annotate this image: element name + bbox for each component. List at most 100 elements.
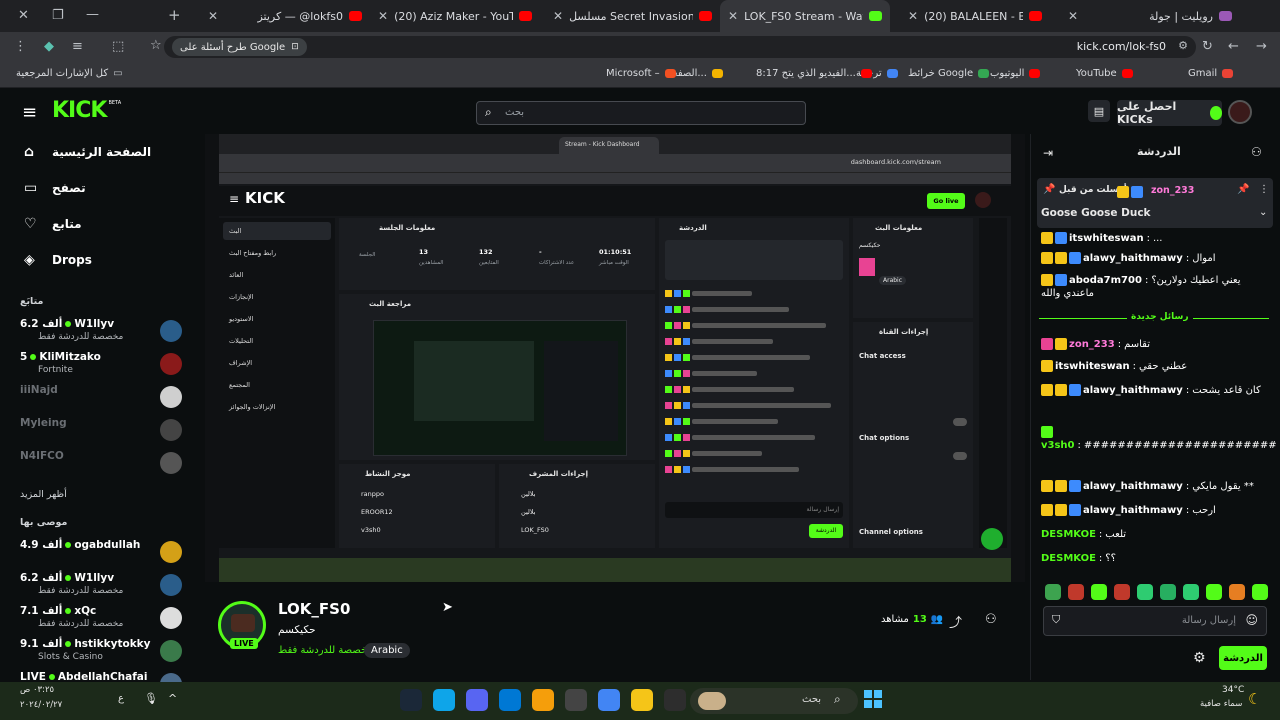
stream-tag[interactable]: Arabic [364, 643, 410, 658]
google-lens-pill[interactable]: طرح أسئلة على Google ⊡ [172, 38, 307, 56]
edge-icon[interactable] [499, 689, 521, 711]
clock-date[interactable]: ٢٠٢٤/٠٢/٢٧ [20, 700, 62, 710]
bookmark-item[interactable]: Gmail [1188, 68, 1234, 79]
pinned-message[interactable]: 📌 أرسلت من قبل zon_233 📌 ⋮ Goose Goose D… [1037, 178, 1273, 228]
sidebar-nav-item[interactable]: ⌂ الصفحة الرئيسية [24, 144, 151, 160]
app-icon[interactable] [565, 689, 587, 711]
browser-tab[interactable]: (20) BALALEEN - BLVXB بلالين ✕ [900, 0, 1050, 32]
emote-icon[interactable] [1183, 584, 1199, 600]
sidebar-channel[interactable]: 6.2 ألف W1llyv مخصصة للدردشة فقط [20, 318, 188, 348]
show-more-link[interactable]: أظهر المزيد [20, 489, 67, 500]
emote-icon[interactable] [1068, 584, 1084, 600]
emote-icon[interactable] [1206, 584, 1222, 600]
chat-username[interactable]: alawy_haithmawy [1083, 481, 1183, 492]
file-explorer-icon[interactable] [631, 689, 653, 711]
extensions-menu-icon[interactable]: ⋮ [14, 39, 27, 54]
chat-message[interactable]: DESMKOE: تلعب [1041, 528, 1273, 541]
chat-message[interactable]: alawy_haithmawy: يقول مايكي ** [1041, 480, 1273, 493]
get-kicks-button[interactable]: احصل على KICKs [1117, 100, 1222, 126]
restore-window-icon[interactable]: ❐ [52, 8, 64, 23]
emote-icon[interactable] [1229, 584, 1245, 600]
collapse-chat-icon[interactable]: ⇥ [1043, 146, 1053, 160]
chat-username[interactable]: alawy_haithmawy [1083, 253, 1183, 264]
browser-tab[interactable]: LOK_FS0 Stream - Watch Li ✕ [720, 0, 890, 32]
media-controls-icon[interactable]: ≡ [72, 39, 83, 54]
bookmark-item[interactable]: خرائط Google [908, 68, 990, 79]
weather-text[interactable]: سماء صافية [1200, 699, 1242, 709]
omnibox[interactable]: ☆ طرح أسئلة على Google ⊡ kick.com/lok-fs… [150, 36, 1196, 58]
taskbar-search[interactable]: بحث ⌕ [690, 688, 858, 714]
shield-icon[interactable]: ⛉ [1052, 613, 1060, 627]
chat-username[interactable]: alawy_haithmawy [1083, 385, 1183, 396]
pinned-user[interactable]: zon_233 [1151, 185, 1194, 196]
back-arrow-icon[interactable]: ← [1228, 39, 1239, 54]
sidebar-channel[interactable]: Myleing [20, 417, 188, 447]
dashboard-icon[interactable]: ▤ [1088, 100, 1110, 122]
chat-username[interactable]: alawy_haithmawy [1083, 505, 1183, 516]
tab-close-icon[interactable]: ✕ [378, 9, 388, 23]
unpin-icon[interactable]: 📌 [1237, 184, 1249, 195]
pinned-menu-icon[interactable]: ⋮ [1259, 184, 1269, 195]
chat-send-button[interactable]: الدردشة [1219, 646, 1267, 670]
chat-settings-icon[interactable]: ⚙ [1193, 650, 1206, 666]
minimize-window-icon[interactable]: — [86, 7, 99, 22]
tab-close-icon[interactable]: ✕ [1068, 9, 1078, 23]
chat-message[interactable]: itswhiteswan:... [1041, 232, 1273, 245]
channel-name[interactable]: LOK_FS0 [278, 600, 350, 618]
site-settings-icon[interactable]: ⚙ [1178, 39, 1188, 52]
browser-tab[interactable]: رويليت | جولة ✕ [1060, 0, 1240, 32]
tab-close-icon[interactable]: ✕ [728, 9, 738, 23]
chrome-icon[interactable] [598, 689, 620, 711]
emote-icon[interactable] [1091, 584, 1107, 600]
discord-icon[interactable] [466, 689, 488, 711]
chat-username[interactable]: v3sh0 [1041, 440, 1075, 451]
chat-message[interactable]: DESMKOE: ؟؟ [1041, 552, 1273, 565]
sidebar-nav-item[interactable]: ▭ تصفح [24, 180, 86, 196]
user-avatar[interactable] [1228, 100, 1252, 124]
weather-temp[interactable]: 34°C [1222, 685, 1244, 695]
emoji-icon[interactable]: ☺ [1245, 613, 1258, 627]
chat-message[interactable]: alawy_haithmawy: ارحب [1041, 504, 1273, 517]
sidebar-channel[interactable]: 5 KliMitzako Fortnite [20, 351, 188, 381]
chat-message[interactable]: zon_233: تقاسم [1041, 338, 1273, 351]
share-icon[interactable]: ⤴ [949, 612, 962, 631]
sidebar-channel[interactable]: 4.9 ألف ogabdullah [20, 539, 188, 569]
forward-arrow-icon[interactable]: → [1256, 39, 1267, 54]
chat-users-icon[interactable]: ⚇ [1251, 145, 1262, 159]
browser-tab[interactable]: مسلسل Secret Invasion الموسم ✕ [545, 0, 720, 32]
tab-close-icon[interactable]: ✕ [553, 9, 563, 23]
emote-icon[interactable] [1160, 584, 1176, 600]
tab-close-icon[interactable]: ✕ [208, 9, 218, 23]
input-language[interactable]: ع [118, 693, 124, 704]
chat-message[interactable]: alawy_haithmawy: اموال [1041, 252, 1273, 265]
sidebar-channel[interactable]: 9.1 ألف hstikkytokky Slots & Casino [20, 638, 188, 668]
follow-user-icon[interactable]: ⚇ [985, 612, 997, 627]
new-tab-icon[interactable]: + [168, 6, 181, 24]
clock-time[interactable]: ٠٣:٢٥ ص [20, 685, 54, 695]
sidebar-channel[interactable]: N4IFCO [20, 450, 188, 480]
app-icon[interactable] [664, 689, 686, 711]
hamburger-menu-icon[interactable]: ≡ [22, 102, 37, 123]
sidebar-channel[interactable]: 7.1 ألف xQc مخصصة للدردشة فقط [20, 605, 188, 635]
chat-message[interactable]: aboda7m700: يعني اعطيك دولارين؟ ماعندي وا… [1041, 274, 1273, 300]
emote-icon[interactable] [1137, 584, 1153, 600]
browser-tab[interactable]: كريتز — @lokfs0 ✕ [200, 0, 370, 32]
chevron-down-icon[interactable]: ⌄ [1259, 207, 1267, 218]
bookmark-item[interactable]: YouTube [1076, 68, 1133, 79]
extension-icon[interactable]: ◆ [44, 39, 54, 54]
chat-username[interactable]: DESMKOE [1041, 553, 1096, 564]
chat-username[interactable]: zon_233 [1069, 339, 1115, 350]
reload-icon[interactable]: ↻ [1202, 39, 1213, 54]
sidebar-channel[interactable]: 6.2 ألف W1llyv مخصصة للدردشة فقط [20, 572, 188, 602]
sidebar-nav-item[interactable]: ♡ متابع [24, 216, 82, 232]
all-bookmarks-folder[interactable]: كل الإشارات المرجعية ▭ [16, 68, 123, 79]
store-icon[interactable] [532, 689, 554, 711]
chat-input[interactable]: ⛉ إرسال رسالة ☺ [1043, 606, 1267, 636]
tray-chevron-icon[interactable]: ^ [168, 692, 177, 705]
bookmark-item[interactable]: Microsoft – [606, 68, 676, 79]
puzzle-extensions-icon[interactable]: ⬚ [112, 39, 124, 54]
chat-message[interactable]: itswhiteswan: عطني حقي [1041, 360, 1273, 373]
kick-logo[interactable]: KICK BETA [52, 98, 121, 123]
windows-start-icon[interactable] [864, 690, 882, 708]
search-bar[interactable]: ⌕ بحث [476, 101, 806, 125]
